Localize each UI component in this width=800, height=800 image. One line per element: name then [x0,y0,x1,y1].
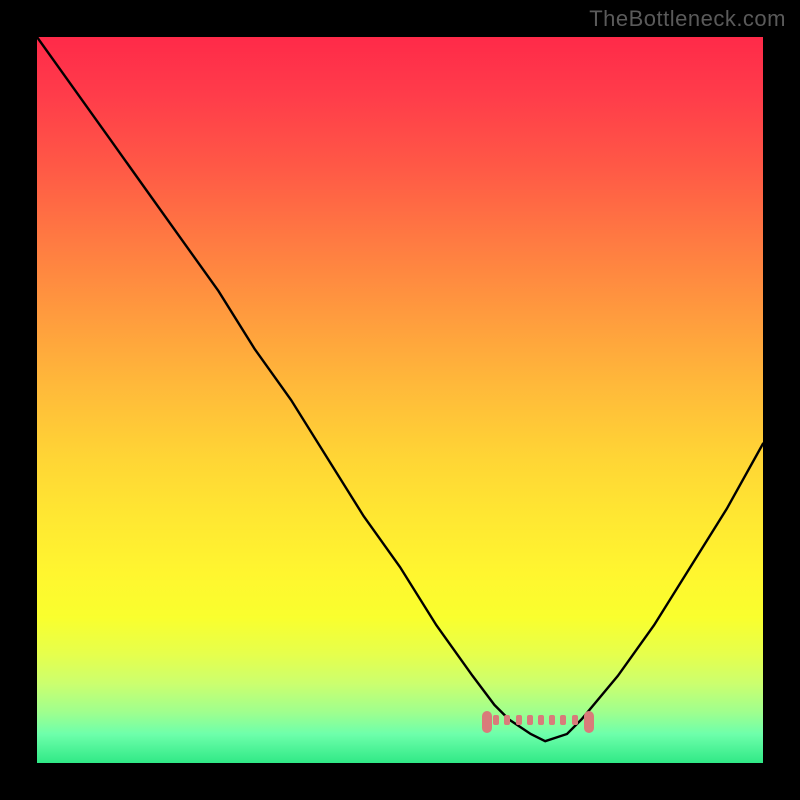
optimal-range-dash [560,715,566,725]
bottleneck-curve [37,37,763,763]
optimal-range-start-cap [482,711,492,733]
optimal-range-dash [516,715,522,725]
chart-plot-area [37,37,763,763]
watermark-text: TheBottleneck.com [589,6,786,32]
optimal-range-dash [572,715,578,725]
optimal-range-dash [527,715,533,725]
optimal-range-dash [549,715,555,725]
optimal-range-band [493,713,583,727]
optimal-range-end-cap [584,711,594,733]
optimal-range-dash [538,715,544,725]
optimal-range-dash [504,715,510,725]
optimal-range-dash [493,715,499,725]
